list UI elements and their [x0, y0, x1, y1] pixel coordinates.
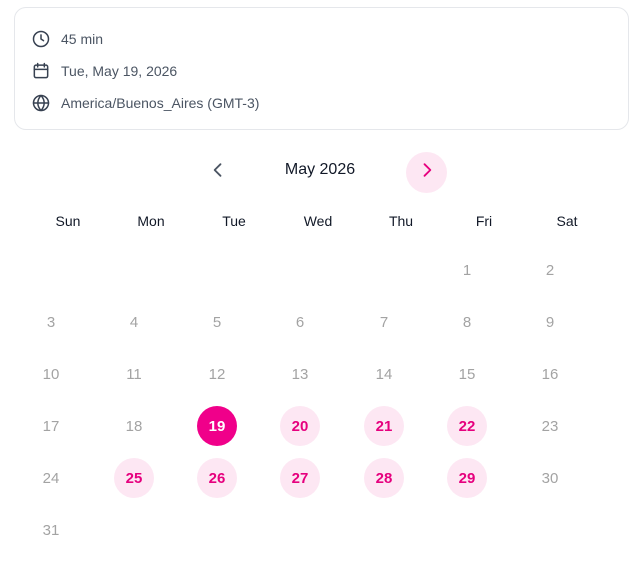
clock-icon — [31, 29, 51, 49]
globe-icon — [31, 93, 51, 113]
day-27[interactable]: 27 — [280, 458, 320, 498]
day-21[interactable]: 21 — [364, 406, 404, 446]
duration-text: 45 min — [61, 31, 104, 47]
month-title: May 2026 — [284, 161, 356, 178]
duration-row: 45 min — [31, 27, 103, 51]
day-10: 10 — [42, 365, 60, 383]
day-11: 11 — [126, 365, 142, 383]
day-16: 16 — [541, 365, 559, 383]
date-text: Tue, May 19, 2026 — [61, 63, 178, 79]
day-5: 5 — [212, 313, 222, 331]
day-6: 6 — [295, 313, 305, 331]
chevron-left-icon — [208, 160, 228, 185]
weekday-fri: Fri — [475, 213, 493, 229]
day-30: 30 — [541, 469, 559, 487]
weekday-mon: Mon — [137, 213, 165, 229]
calendar-icon — [31, 61, 51, 81]
day-2: 2 — [545, 261, 555, 279]
weekday-wed: Wed — [303, 213, 333, 229]
day-14: 14 — [375, 365, 393, 383]
event-details-card: 45 min Tue, May 19, 2026 America/Buenos_… — [14, 7, 629, 130]
chevron-right-icon — [417, 160, 437, 185]
day-31: 31 — [42, 521, 60, 539]
day-17: 17 — [42, 417, 60, 435]
next-month-button[interactable] — [406, 152, 447, 193]
day-23: 23 — [541, 417, 559, 435]
day-7: 7 — [379, 313, 389, 331]
timezone-row[interactable]: America/Buenos_Aires (GMT-3) — [31, 91, 259, 115]
day-15: 15 — [458, 365, 476, 383]
day-28[interactable]: 28 — [364, 458, 404, 498]
day-4: 4 — [129, 313, 139, 331]
timezone-text: America/Buenos_Aires (GMT-3) — [61, 95, 260, 111]
day-13: 13 — [291, 365, 309, 383]
previous-month-button[interactable] — [198, 152, 238, 192]
day-18: 18 — [125, 417, 143, 435]
month-navigation: May 2026 — [0, 150, 643, 194]
day-24: 24 — [42, 469, 60, 487]
day-26[interactable]: 26 — [197, 458, 237, 498]
weekday-sun: Sun — [55, 213, 81, 229]
day-1: 1 — [462, 261, 472, 279]
date-row: Tue, May 19, 2026 — [31, 59, 177, 83]
day-3: 3 — [46, 313, 56, 331]
day-8: 8 — [462, 313, 472, 331]
day-9: 9 — [545, 313, 555, 331]
day-20[interactable]: 20 — [280, 406, 320, 446]
day-19-selected[interactable]: 19 — [197, 406, 237, 446]
weekday-header: Sun Mon Tue Wed Thu Fri Sat — [0, 213, 643, 233]
weekday-thu: Thu — [388, 213, 414, 229]
day-29[interactable]: 29 — [447, 458, 487, 498]
day-12: 12 — [208, 365, 226, 383]
day-22[interactable]: 22 — [447, 406, 487, 446]
day-25[interactable]: 25 — [114, 458, 154, 498]
weekday-tue: Tue — [222, 213, 246, 229]
weekday-sat: Sat — [556, 213, 578, 229]
